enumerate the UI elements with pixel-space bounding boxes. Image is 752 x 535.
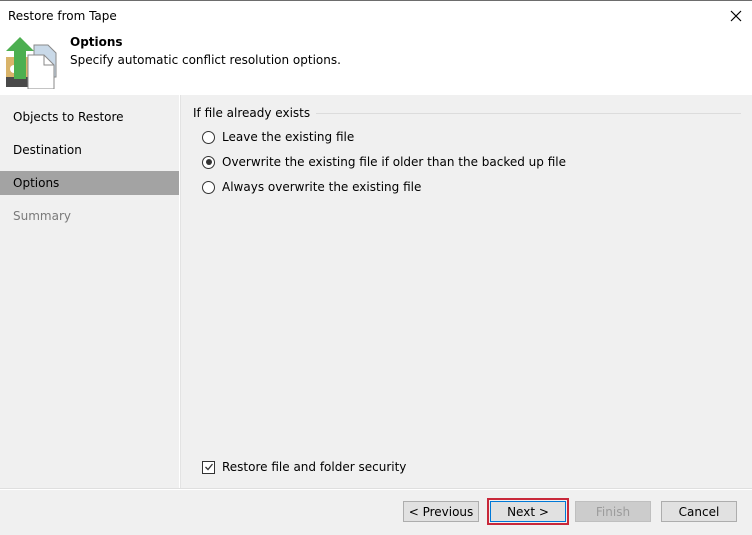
- radio-label: Always overwrite the existing file: [222, 180, 422, 194]
- finish-button: Finish: [575, 501, 651, 522]
- previous-button[interactable]: < Previous: [403, 501, 479, 522]
- nav-item-summary: Summary: [13, 209, 71, 223]
- checkmark-icon: [204, 463, 213, 471]
- wizard-steps-nav: Objects to Restore Destination Options S…: [0, 95, 179, 488]
- close-button[interactable]: [724, 5, 748, 27]
- radio-always-overwrite[interactable]: Always overwrite the existing file: [202, 180, 421, 194]
- page-heading: Options: [70, 35, 123, 49]
- nav-item-objects-to-restore[interactable]: Objects to Restore: [0, 105, 179, 129]
- restore-from-tape-icon: [6, 37, 57, 89]
- restore-security-checkbox-row[interactable]: Restore file and folder security: [202, 460, 406, 474]
- next-button[interactable]: Next >: [487, 498, 569, 525]
- radio-button[interactable]: [202, 180, 215, 194]
- footer-divider-highlight: [0, 489, 752, 490]
- radio-button-selected[interactable]: [202, 155, 215, 169]
- radio-button[interactable]: [202, 130, 215, 144]
- cancel-button[interactable]: Cancel: [661, 501, 737, 522]
- page-subtitle: Specify automatic conflict resolution op…: [70, 53, 341, 67]
- radio-overwrite-if-older[interactable]: Overwrite the existing file if older tha…: [202, 155, 566, 169]
- group-divider: [291, 113, 741, 114]
- radio-leave-existing[interactable]: Leave the existing file: [202, 130, 354, 144]
- radio-label: Leave the existing file: [222, 130, 355, 144]
- checkbox-label: Restore file and folder security: [222, 460, 407, 474]
- nav-item-options[interactable]: Options: [0, 171, 179, 195]
- wizard-header: Restore from Tape Options Specify automa…: [0, 1, 752, 95]
- restore-security-checkbox[interactable]: [202, 460, 215, 474]
- radio-label: Overwrite the existing file if older tha…: [222, 155, 566, 169]
- close-icon: [730, 10, 742, 22]
- window-title: Restore from Tape: [8, 9, 117, 23]
- options-panel: If file already exists Leave the existin…: [181, 95, 752, 488]
- nav-item-destination[interactable]: Destination: [0, 138, 179, 162]
- group-label: If file already exists: [193, 106, 317, 120]
